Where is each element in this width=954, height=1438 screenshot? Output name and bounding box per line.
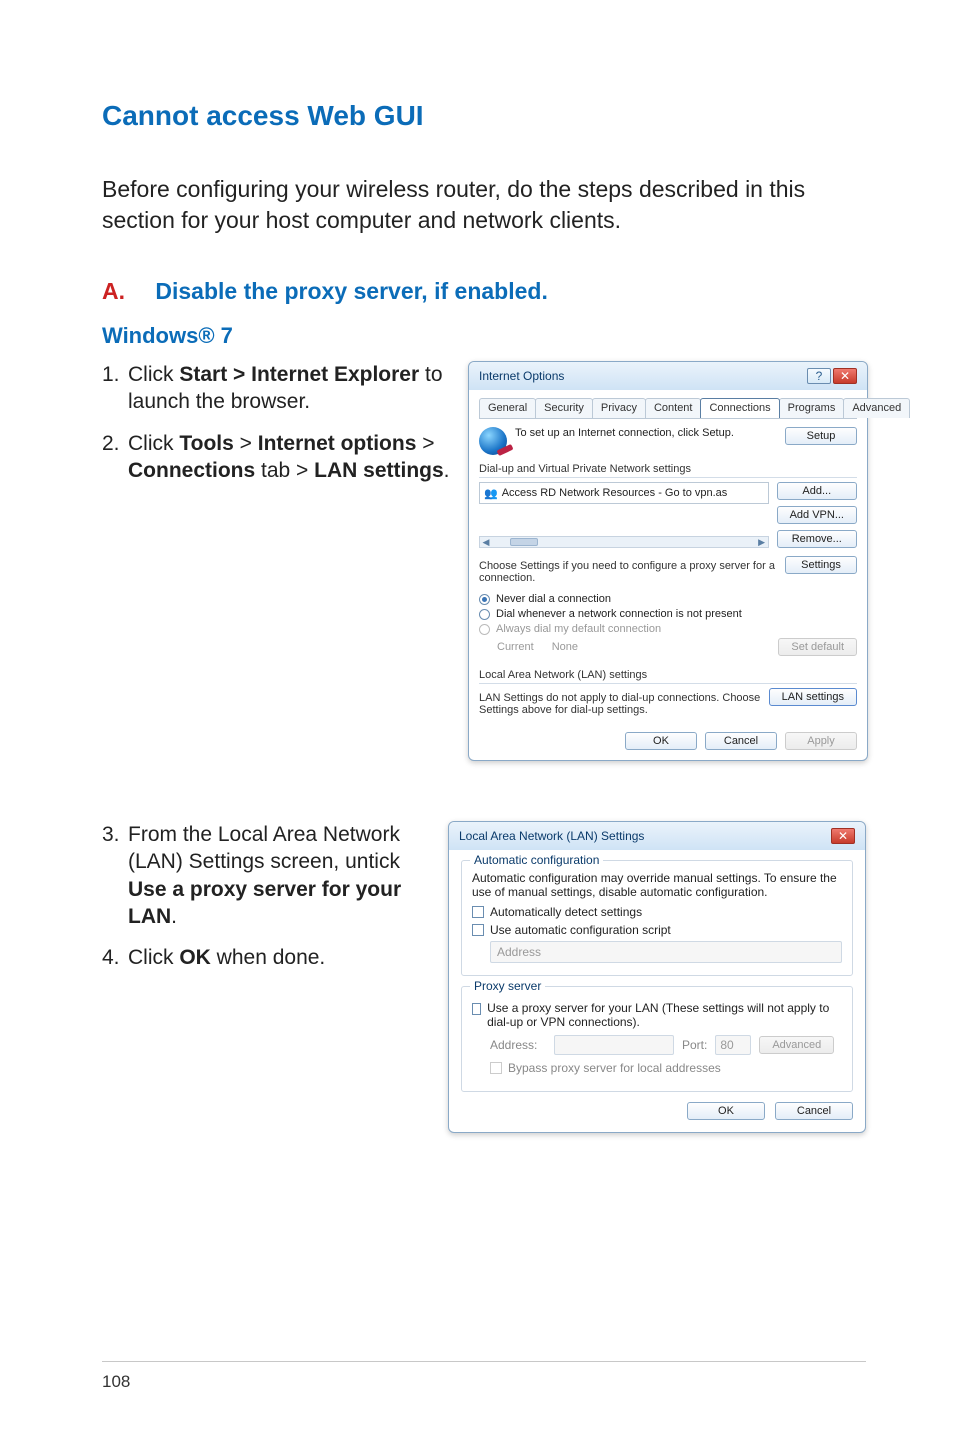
radio-icon [479, 624, 490, 635]
section-a-label: A. [102, 278, 125, 304]
radio-dial-whenever[interactable]: Dial whenever a network connection is no… [479, 608, 857, 620]
page-footer: 108 [0, 1361, 954, 1392]
listbox-scrollbar[interactable]: ◀ ▶ [479, 536, 769, 548]
radio-label: Dial whenever a network connection is no… [496, 608, 742, 620]
group-legend: Automatic configuration [470, 853, 603, 867]
checkbox-bypass-local: Bypass proxy server for local addresses [490, 1061, 842, 1075]
ok-button[interactable]: OK [625, 732, 697, 750]
proxy-port-label: Port: [682, 1038, 707, 1052]
auto-config-desc: Automatic configuration may override man… [472, 871, 842, 899]
radio-icon [479, 594, 490, 605]
page-number: 108 [102, 1372, 866, 1392]
address-field: Address [490, 941, 842, 963]
ok-button[interactable]: OK [687, 1102, 765, 1120]
radio-label: Always dial my default connection [496, 623, 661, 635]
step-number: 2. [102, 430, 128, 485]
checkbox-icon [472, 906, 484, 918]
group-legend: Proxy server [470, 979, 545, 993]
settings-note: Choose Settings if you need to configure… [479, 560, 777, 584]
tab-privacy[interactable]: Privacy [592, 398, 646, 418]
set-default-button: Set default [778, 638, 857, 656]
tab-security[interactable]: Security [535, 398, 593, 418]
steps-list-a: 1. Click Start > Internet Explorer to la… [102, 361, 450, 484]
scroll-right-icon[interactable]: ▶ [756, 537, 768, 548]
step-text: Click Tools > Internet options > Connect… [128, 430, 450, 485]
checkbox-label: Use a proxy server for your LAN (These s… [487, 1001, 842, 1029]
close-button[interactable]: ✕ [831, 828, 855, 844]
settings-button[interactable]: Settings [785, 556, 857, 574]
windows7-heading: Windows® 7 [102, 323, 866, 349]
proxy-address-label: Address: [490, 1038, 546, 1052]
current-label: Current [497, 641, 534, 653]
step-number: 3. [102, 821, 128, 930]
remove-button[interactable]: Remove... [777, 530, 857, 548]
steps-list-b: 3. From the Local Area Network (LAN) Set… [102, 821, 430, 971]
internet-options-dialog: Internet Options ? ✕ General Security Pr… [468, 361, 868, 761]
tab-content[interactable]: Content [645, 398, 702, 418]
dialog-titlebar[interactable]: Internet Options ? ✕ [469, 362, 867, 390]
step-3: 3. From the Local Area Network (LAN) Set… [102, 821, 430, 930]
tab-connections[interactable]: Connections [700, 398, 779, 418]
apply-button: Apply [785, 732, 857, 750]
help-button[interactable]: ? [807, 368, 831, 384]
scroll-thumb[interactable] [510, 538, 538, 546]
automatic-configuration-group: Automatic configuration Automatic config… [461, 860, 853, 976]
step-text: Click Start > Internet Explorer to launc… [128, 361, 450, 416]
radio-always-dial[interactable]: Always dial my default connection [479, 623, 857, 635]
checkbox-icon [490, 1062, 502, 1074]
lan-settings-button[interactable]: LAN settings [769, 688, 857, 706]
dialog-title: Internet Options [479, 369, 564, 383]
cancel-button[interactable]: Cancel [705, 732, 777, 750]
checkbox-use-proxy[interactable]: Use a proxy server for your LAN (These s… [472, 1001, 842, 1029]
section-a-heading: A. Disable the proxy server, if enabled. [102, 278, 866, 305]
close-button[interactable]: ✕ [833, 368, 857, 384]
radio-label: Never dial a connection [496, 593, 611, 605]
dialog-titlebar[interactable]: Local Area Network (LAN) Settings ✕ [449, 822, 865, 850]
section-a-title: Disable the proxy server, if enabled. [155, 278, 547, 304]
step-text: Click OK when done. [128, 944, 430, 971]
vpn-listbox[interactable]: 👥 Access RD Network Resources - Go to vp… [479, 482, 769, 504]
current-value: None [552, 641, 578, 653]
lan-note: LAN Settings do not apply to dial-up con… [479, 692, 761, 716]
radio-never-dial[interactable]: Never dial a connection [479, 593, 857, 605]
step-number: 1. [102, 361, 128, 416]
checkbox-icon [472, 924, 484, 936]
scroll-left-icon[interactable]: ◀ [480, 537, 492, 548]
add-vpn-button[interactable]: Add VPN... [777, 506, 857, 524]
dialup-group-label: Dial-up and Virtual Private Network sett… [479, 463, 857, 478]
lan-group-label: Local Area Network (LAN) settings [479, 669, 857, 684]
radio-icon [479, 609, 490, 620]
tab-advanced[interactable]: Advanced [843, 398, 910, 418]
lan-settings-dialog: Local Area Network (LAN) Settings ✕ Auto… [448, 821, 866, 1133]
checkbox-label: Automatically detect settings [490, 905, 642, 919]
vpn-item: Access RD Network Resources - Go to vpn.… [502, 487, 728, 499]
checkbox-auto-detect[interactable]: Automatically detect settings [472, 905, 842, 919]
dialog-title: Local Area Network (LAN) Settings [459, 829, 644, 843]
step-1: 1. Click Start > Internet Explorer to la… [102, 361, 450, 416]
proxy-server-group: Proxy server Use a proxy server for your… [461, 986, 853, 1092]
globe-icon [479, 427, 507, 455]
setup-button[interactable]: Setup [785, 427, 857, 445]
setup-text: To set up an Internet connection, click … [515, 427, 734, 439]
step-number: 4. [102, 944, 128, 971]
proxy-port-input [715, 1035, 751, 1055]
intro-paragraph: Before configuring your wireless router,… [102, 174, 866, 236]
proxy-address-input [554, 1035, 674, 1055]
people-icon: 👥 [484, 487, 498, 500]
page-title: Cannot access Web GUI [102, 100, 866, 132]
checkbox-label: Bypass proxy server for local addresses [508, 1061, 721, 1075]
step-text: From the Local Area Network (LAN) Settin… [128, 821, 430, 930]
tab-general[interactable]: General [479, 398, 536, 418]
tab-programs[interactable]: Programs [779, 398, 845, 418]
checkbox-auto-script[interactable]: Use automatic configuration script [472, 923, 842, 937]
dialog-tabs: General Security Privacy Content Connect… [479, 398, 857, 419]
add-button[interactable]: Add... [777, 482, 857, 500]
step-2: 2. Click Tools > Internet options > Conn… [102, 430, 450, 485]
cancel-button[interactable]: Cancel [775, 1102, 853, 1120]
checkbox-label: Use automatic configuration script [490, 923, 671, 937]
step-4: 4. Click OK when done. [102, 944, 430, 971]
checkbox-icon [472, 1003, 481, 1015]
advanced-button: Advanced [759, 1036, 834, 1054]
